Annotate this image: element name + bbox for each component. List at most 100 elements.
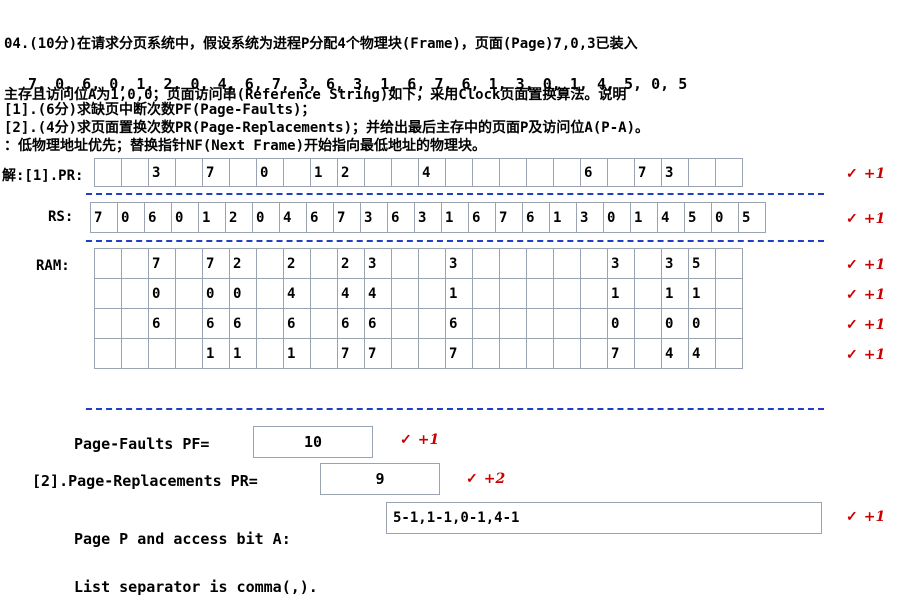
ram-cell[interactable] xyxy=(526,308,554,339)
pr-cell[interactable] xyxy=(283,158,311,187)
ram-cell[interactable]: 4 xyxy=(688,338,716,369)
ram-cell[interactable] xyxy=(715,338,743,369)
ram-cell[interactable] xyxy=(175,278,203,309)
ram-cell[interactable]: 7 xyxy=(445,338,473,369)
ram-cell[interactable] xyxy=(526,338,554,369)
ram-cell[interactable]: 1 xyxy=(688,278,716,309)
pr-cell[interactable] xyxy=(229,158,257,187)
ram-cell[interactable] xyxy=(310,248,338,279)
ram-cell[interactable]: 2 xyxy=(229,248,257,279)
ram-cell[interactable]: 1 xyxy=(607,278,635,309)
ram-cell[interactable] xyxy=(472,338,500,369)
ram-cell[interactable] xyxy=(175,248,203,279)
pr-input[interactable] xyxy=(320,463,440,495)
pr-cell[interactable] xyxy=(175,158,203,187)
pr-cell[interactable]: 3 xyxy=(661,158,689,187)
pr-cell[interactable]: 4 xyxy=(418,158,446,187)
pr-cell[interactable]: 6 xyxy=(580,158,608,187)
ram-cell[interactable] xyxy=(526,278,554,309)
ram-cell[interactable] xyxy=(256,248,284,279)
pr-cell[interactable]: 2 xyxy=(337,158,365,187)
ram-cell[interactable] xyxy=(526,248,554,279)
ram-cell[interactable]: 6 xyxy=(337,308,365,339)
ram-cell[interactable] xyxy=(499,308,527,339)
ram-cell[interactable] xyxy=(499,278,527,309)
ram-cell[interactable] xyxy=(580,338,608,369)
ram-cell[interactable]: 6 xyxy=(283,308,311,339)
ram-cell[interactable] xyxy=(175,308,203,339)
ram-cell[interactable]: 6 xyxy=(445,308,473,339)
ram-cell[interactable] xyxy=(121,308,149,339)
ram-cell[interactable]: 1 xyxy=(229,338,257,369)
pf-input[interactable] xyxy=(253,426,373,458)
ram-cell[interactable] xyxy=(553,278,581,309)
ram-cell[interactable]: 7 xyxy=(337,338,365,369)
ram-cell[interactable] xyxy=(391,308,419,339)
ram-cell[interactable]: 1 xyxy=(283,338,311,369)
ram-cell[interactable] xyxy=(634,278,662,309)
ram-cell[interactable] xyxy=(472,308,500,339)
pr-cell[interactable] xyxy=(499,158,527,187)
ram-cell[interactable] xyxy=(94,338,122,369)
ram-cell[interactable] xyxy=(472,278,500,309)
pr-cell[interactable]: 0 xyxy=(256,158,284,187)
ram-cell[interactable]: 2 xyxy=(283,248,311,279)
ram-cell[interactable] xyxy=(580,278,608,309)
ram-cell[interactable]: 3 xyxy=(661,248,689,279)
pr-cell[interactable] xyxy=(607,158,635,187)
ram-cell[interactable]: 3 xyxy=(607,248,635,279)
ram-cell[interactable]: 0 xyxy=(607,308,635,339)
ram-cell[interactable]: 1 xyxy=(661,278,689,309)
ram-cell[interactable] xyxy=(553,338,581,369)
ram-cell[interactable]: 3 xyxy=(445,248,473,279)
ram-cell[interactable] xyxy=(310,338,338,369)
ram-cell[interactable]: 4 xyxy=(661,338,689,369)
ram-cell[interactable]: 6 xyxy=(202,308,230,339)
pr-cell[interactable] xyxy=(688,158,716,187)
ram-cell[interactable]: 0 xyxy=(688,308,716,339)
ram-cell[interactable] xyxy=(418,308,446,339)
pr-cell[interactable]: 7 xyxy=(634,158,662,187)
ram-cell[interactable]: 5 xyxy=(688,248,716,279)
ram-cell[interactable] xyxy=(310,278,338,309)
pr-cell[interactable] xyxy=(472,158,500,187)
ram-cell[interactable]: 2 xyxy=(337,248,365,279)
ram-cell[interactable] xyxy=(94,278,122,309)
ram-cell[interactable]: 0 xyxy=(202,278,230,309)
ram-cell[interactable] xyxy=(715,248,743,279)
pa-input[interactable] xyxy=(386,502,822,534)
ram-cell[interactable] xyxy=(391,278,419,309)
ram-cell[interactable]: 7 xyxy=(148,248,176,279)
ram-cell[interactable]: 6 xyxy=(148,308,176,339)
ram-cell[interactable] xyxy=(391,338,419,369)
ram-cell[interactable] xyxy=(634,248,662,279)
ram-cell[interactable] xyxy=(472,248,500,279)
ram-cell[interactable] xyxy=(256,308,284,339)
ram-cell[interactable] xyxy=(94,308,122,339)
ram-cell[interactable] xyxy=(715,278,743,309)
ram-cell[interactable] xyxy=(499,248,527,279)
ram-cell[interactable]: 6 xyxy=(229,308,257,339)
ram-cell[interactable] xyxy=(418,338,446,369)
ram-cell[interactable] xyxy=(148,338,176,369)
ram-cell[interactable]: 0 xyxy=(229,278,257,309)
ram-cell[interactable] xyxy=(121,278,149,309)
ram-cell[interactable] xyxy=(175,338,203,369)
ram-cell[interactable]: 0 xyxy=(148,278,176,309)
ram-cell[interactable]: 7 xyxy=(607,338,635,369)
ram-cell[interactable] xyxy=(553,248,581,279)
ram-cell[interactable] xyxy=(121,338,149,369)
ram-cell[interactable]: 4 xyxy=(283,278,311,309)
ram-cell[interactable] xyxy=(634,338,662,369)
ram-cell[interactable] xyxy=(418,248,446,279)
ram-cell[interactable] xyxy=(310,308,338,339)
ram-cell[interactable]: 0 xyxy=(661,308,689,339)
ram-cell[interactable] xyxy=(580,308,608,339)
pr-cell[interactable] xyxy=(715,158,743,187)
pr-cell[interactable]: 1 xyxy=(310,158,338,187)
ram-cell[interactable]: 4 xyxy=(337,278,365,309)
ram-cell[interactable] xyxy=(715,308,743,339)
ram-cell[interactable] xyxy=(553,308,581,339)
ram-cell[interactable]: 6 xyxy=(364,308,392,339)
ram-cell[interactable]: 3 xyxy=(364,248,392,279)
